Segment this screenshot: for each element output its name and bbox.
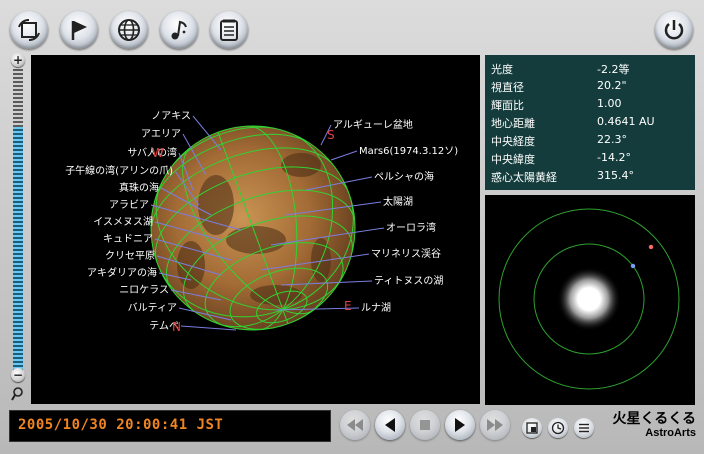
feature-label: ペルシャの海: [374, 170, 434, 183]
rewind-icon: [347, 419, 363, 431]
music-note-icon: [171, 20, 187, 40]
info-key: 光度: [491, 63, 513, 76]
feature-label: クリセ平原: [105, 250, 155, 262]
feature-label: アエリア: [141, 129, 181, 140]
compass-east: E: [344, 299, 352, 313]
mars-info-panel: 光度 -2.2等視直径 20.2" 輝面比 1.00 地心距離 0.4641 AU 中央経度 2…: [485, 55, 695, 190]
list-button[interactable]: [574, 418, 594, 438]
play-reverse-icon: [385, 418, 395, 432]
zoom-level-fill: [13, 127, 23, 375]
info-key: 視直径: [491, 81, 524, 94]
info-row: 中央緯度 -14.2°: [491, 151, 691, 168]
feature-label: Mars6(1974.3.12ソ): [359, 146, 458, 157]
info-key: 中央経度: [491, 135, 535, 148]
list-icon: [579, 423, 589, 433]
info-key: 地心距離: [491, 117, 535, 130]
feature-label: イスメヌス湖: [93, 216, 153, 228]
info-value: 22.3°: [597, 133, 627, 146]
info-key: 輝面比: [491, 99, 524, 112]
flag-icon: [71, 21, 87, 40]
earth-marker: [630, 263, 636, 269]
info-value: -14.2°: [597, 151, 631, 164]
clock-button[interactable]: [548, 418, 568, 438]
feature-label: ノアキス: [151, 111, 191, 122]
power-button[interactable]: [655, 11, 693, 49]
feature-label: バルティア: [128, 302, 177, 314]
zoom-out-icon[interactable]: −: [11, 368, 25, 382]
datetime-text: 2005/10/30 20:00:41 JST: [18, 417, 224, 433]
sun-icon: [557, 267, 621, 331]
feature-label: キュドニア: [103, 234, 153, 245]
info-row: 惑心太陽黄経 315.4°: [491, 169, 691, 186]
notepad-icon: [220, 19, 238, 41]
info-row: 中央経度 22.3°: [491, 133, 691, 150]
globe-icon: [118, 19, 140, 41]
magnifier-icon[interactable]: [11, 386, 27, 402]
fast-forward-button[interactable]: [480, 410, 510, 440]
compass-south: S: [327, 128, 335, 142]
brand-logo: 火星くるくる AstroArts: [613, 411, 696, 440]
fast-forward-icon: [487, 419, 503, 431]
leader-line: [330, 150, 358, 161]
feature-label: マリネリス渓谷: [371, 248, 441, 260]
compass-north: N: [172, 320, 181, 334]
mars-marker: [648, 244, 654, 250]
feature-label: アラビア: [109, 199, 149, 211]
zoom-in-icon[interactable]: +: [11, 53, 25, 67]
feature-label: ティトヌスの湖: [374, 275, 443, 287]
feature-label: オーロラ湾: [386, 221, 436, 234]
info-row: 地心距離 0.4641 AU: [491, 115, 691, 132]
play-button[interactable]: [445, 410, 475, 440]
brand-company: AstroArts: [645, 427, 696, 439]
info-value: 20.2": [597, 79, 627, 92]
flag-button[interactable]: [60, 11, 98, 49]
info-key: 中央緯度: [491, 153, 535, 166]
info-row: 輝面比 1.00: [491, 97, 691, 114]
feature-label: 真珠の海: [119, 181, 159, 194]
info-key: 惑心太陽黄経: [491, 171, 557, 184]
feature-label: ニロケラス: [119, 284, 169, 296]
info-row: 光度 -2.2等: [491, 61, 691, 78]
compass-west: W: [152, 146, 164, 160]
globe-button[interactable]: [110, 11, 148, 49]
play-reverse-button[interactable]: [375, 410, 405, 440]
feature-label: ルナ湖: [361, 302, 391, 314]
info-row: 視直径 20.2": [491, 79, 691, 96]
mars-globe-view[interactable]: ノアキス アエリア サバ人の湾 子午線の湾(アリンの爪) 真珠の海 アラビア イスメヌス湖キ…: [31, 55, 480, 404]
window-icon: [526, 422, 538, 434]
window-button[interactable]: [522, 418, 542, 438]
music-button[interactable]: [160, 11, 198, 49]
feature-label: 太陽湖: [383, 195, 413, 208]
rewind-button[interactable]: [340, 410, 370, 440]
info-value: -2.2等: [597, 63, 630, 76]
notes-button[interactable]: [210, 11, 248, 49]
play-icon: [455, 418, 465, 432]
feature-label: アルギューレ盆地: [333, 118, 413, 131]
feature-label: アキダリアの海: [87, 266, 157, 279]
rotate-view-button[interactable]: [10, 11, 48, 49]
feature-label: 子午線の湾(アリンの爪): [65, 164, 173, 177]
stop-icon: [420, 420, 430, 430]
info-value: 315.4°: [597, 169, 634, 182]
power-icon: [664, 20, 684, 40]
datetime-display[interactable]: 2005/10/30 20:00:41 JST: [9, 410, 331, 442]
brand-title: 火星くるくる: [612, 411, 696, 427]
zoom-slider[interactable]: + −: [9, 53, 27, 405]
stop-button[interactable]: [410, 410, 440, 440]
clock-icon: [551, 421, 565, 435]
orbit-view: [485, 195, 695, 405]
rotate-frame-icon: [18, 19, 40, 41]
info-value: 0.4641 AU: [597, 115, 655, 128]
info-value: 1.00: [597, 97, 622, 110]
